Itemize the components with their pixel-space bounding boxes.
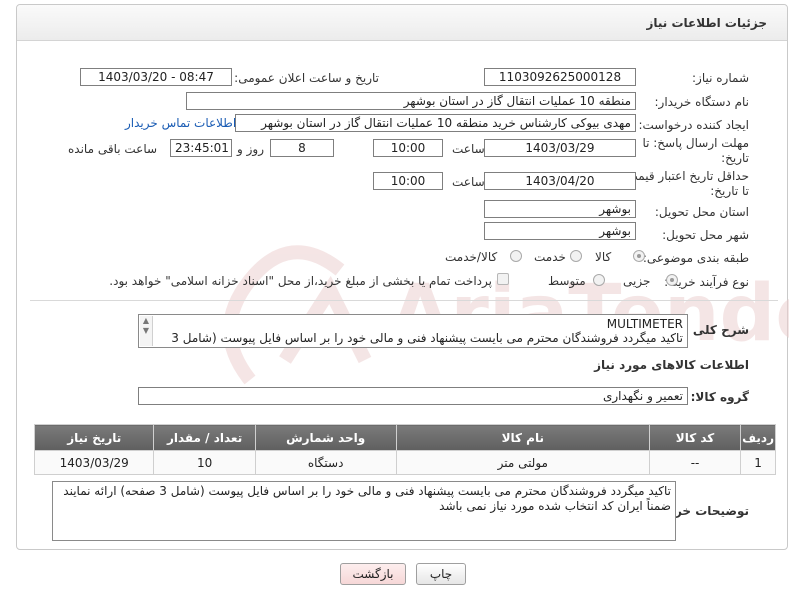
contact-info-link[interactable]: اطلاعات تماس خریدار: [125, 116, 236, 130]
buyer-notes-textarea[interactable]: تاکید میگردد فروشندگان محترم می بایست پی…: [52, 481, 676, 541]
reply-time-field: 10:00: [373, 139, 443, 157]
process-option-minor: جزیی: [623, 274, 651, 288]
buyer-field: منطقه 10 عملیات انتقال گاز در استان بوشه…: [186, 92, 636, 110]
reply-date-field: 1403/03/29: [484, 139, 636, 157]
col-row: ردیف: [740, 424, 776, 451]
process-option-medium: متوسط: [548, 274, 586, 288]
category-radio-goods-service[interactable]: [510, 250, 522, 262]
treasury-payment-checkbox[interactable]: [497, 273, 509, 285]
province-field: بوشهر: [484, 200, 636, 218]
buyer-label: نام دستگاه خریدار:: [654, 95, 750, 109]
goods-group-label: گروه کالا:: [690, 390, 749, 404]
goods-table: ردیف کد کالا نام کالا واحد شمارش تعداد /…: [33, 424, 776, 475]
city-field: بوشهر: [484, 222, 636, 240]
city-label: شهر محل تحویل:: [662, 228, 749, 242]
announce-label: تاریخ و ساعت اعلان عمومی:: [234, 71, 379, 85]
goods-table-wrap: ردیف کد کالا نام کالا واحد شمارش تعداد /…: [33, 424, 776, 475]
category-option-goods-service: کالا/خدمت: [445, 250, 498, 264]
description-textarea[interactable]: MULTIMETER تاکید میگردد فروشندگان محترم …: [138, 314, 688, 348]
category-option-service: خدمت: [534, 250, 566, 264]
remaining-label: ساعت باقی مانده: [68, 142, 158, 156]
separator: [30, 300, 778, 301]
print-button[interactable]: چاپ: [416, 563, 466, 585]
need-number-field: 1103092625000128: [484, 68, 636, 86]
table-row: 1 -- مولتی متر دستگاه 10 1403/03/29: [33, 450, 776, 475]
page-title: جزئیات اطلاعات نیاز: [646, 16, 767, 30]
validity-time-field: 10:00: [373, 172, 443, 190]
cell-date: 1403/03/29: [33, 450, 155, 475]
need-number-label: شماره نیاز:: [692, 71, 749, 85]
category-option-goods: کالا: [595, 250, 612, 264]
reply-deadline-label: مهلت ارسال پاسخ: تا تاریخ:: [642, 136, 749, 165]
col-qty: تعداد / مقدار: [153, 424, 256, 451]
cell-qty: 10: [153, 450, 256, 475]
col-date: تاریخ نیاز: [33, 424, 155, 451]
col-code: کد کالا: [648, 424, 742, 451]
province-label: استان محل تحویل:: [654, 205, 749, 219]
col-unit: واحد شمارش: [254, 424, 397, 451]
days-field: 8: [270, 139, 334, 157]
description-scrollbar[interactable]: ▲ ▼: [140, 316, 153, 346]
days-label: روز و: [237, 142, 264, 156]
creator-label: ایجاد کننده درخواست:: [638, 118, 749, 132]
validity-time-label: ساعت: [452, 175, 485, 189]
goods-section-title: اطلاعات کالاهای مورد نیاز: [594, 358, 749, 372]
validity-label: حداقل تاریخ اعتبار قیمت: تا تاریخ:: [622, 169, 749, 198]
back-button[interactable]: بازگشت: [340, 563, 406, 585]
remaining-time-field: 23:45:01: [170, 139, 232, 157]
cell-code: --: [648, 450, 742, 475]
category-radio-goods[interactable]: [633, 250, 645, 262]
cell-unit: دستگاه: [254, 450, 397, 475]
cell-name: مولتی متر: [395, 450, 650, 475]
category-label: طبقه بندی موضوعی:: [642, 251, 749, 265]
category-radio-service[interactable]: [570, 250, 582, 262]
goods-table-header: ردیف کد کالا نام کالا واحد شمارش تعداد /…: [33, 424, 776, 451]
process-radio-minor[interactable]: [666, 274, 678, 286]
validity-date-field: 1403/04/20: [484, 172, 636, 190]
process-radio-medium[interactable]: [593, 274, 605, 286]
cell-row: 1: [740, 450, 776, 475]
payment-note: پرداخت تمام یا بخشی از مبلغ خرید،از محل …: [109, 274, 492, 288]
announce-field: 1403/03/20 - 08:47: [80, 68, 232, 86]
goods-group-field: تعمیر و نگهداری: [138, 387, 688, 405]
reply-time-label: ساعت: [452, 142, 485, 156]
creator-field: مهدی بیوکی کارشناس خرید منطقه 10 عملیات …: [235, 114, 636, 132]
col-name: نام کالا: [395, 424, 650, 451]
